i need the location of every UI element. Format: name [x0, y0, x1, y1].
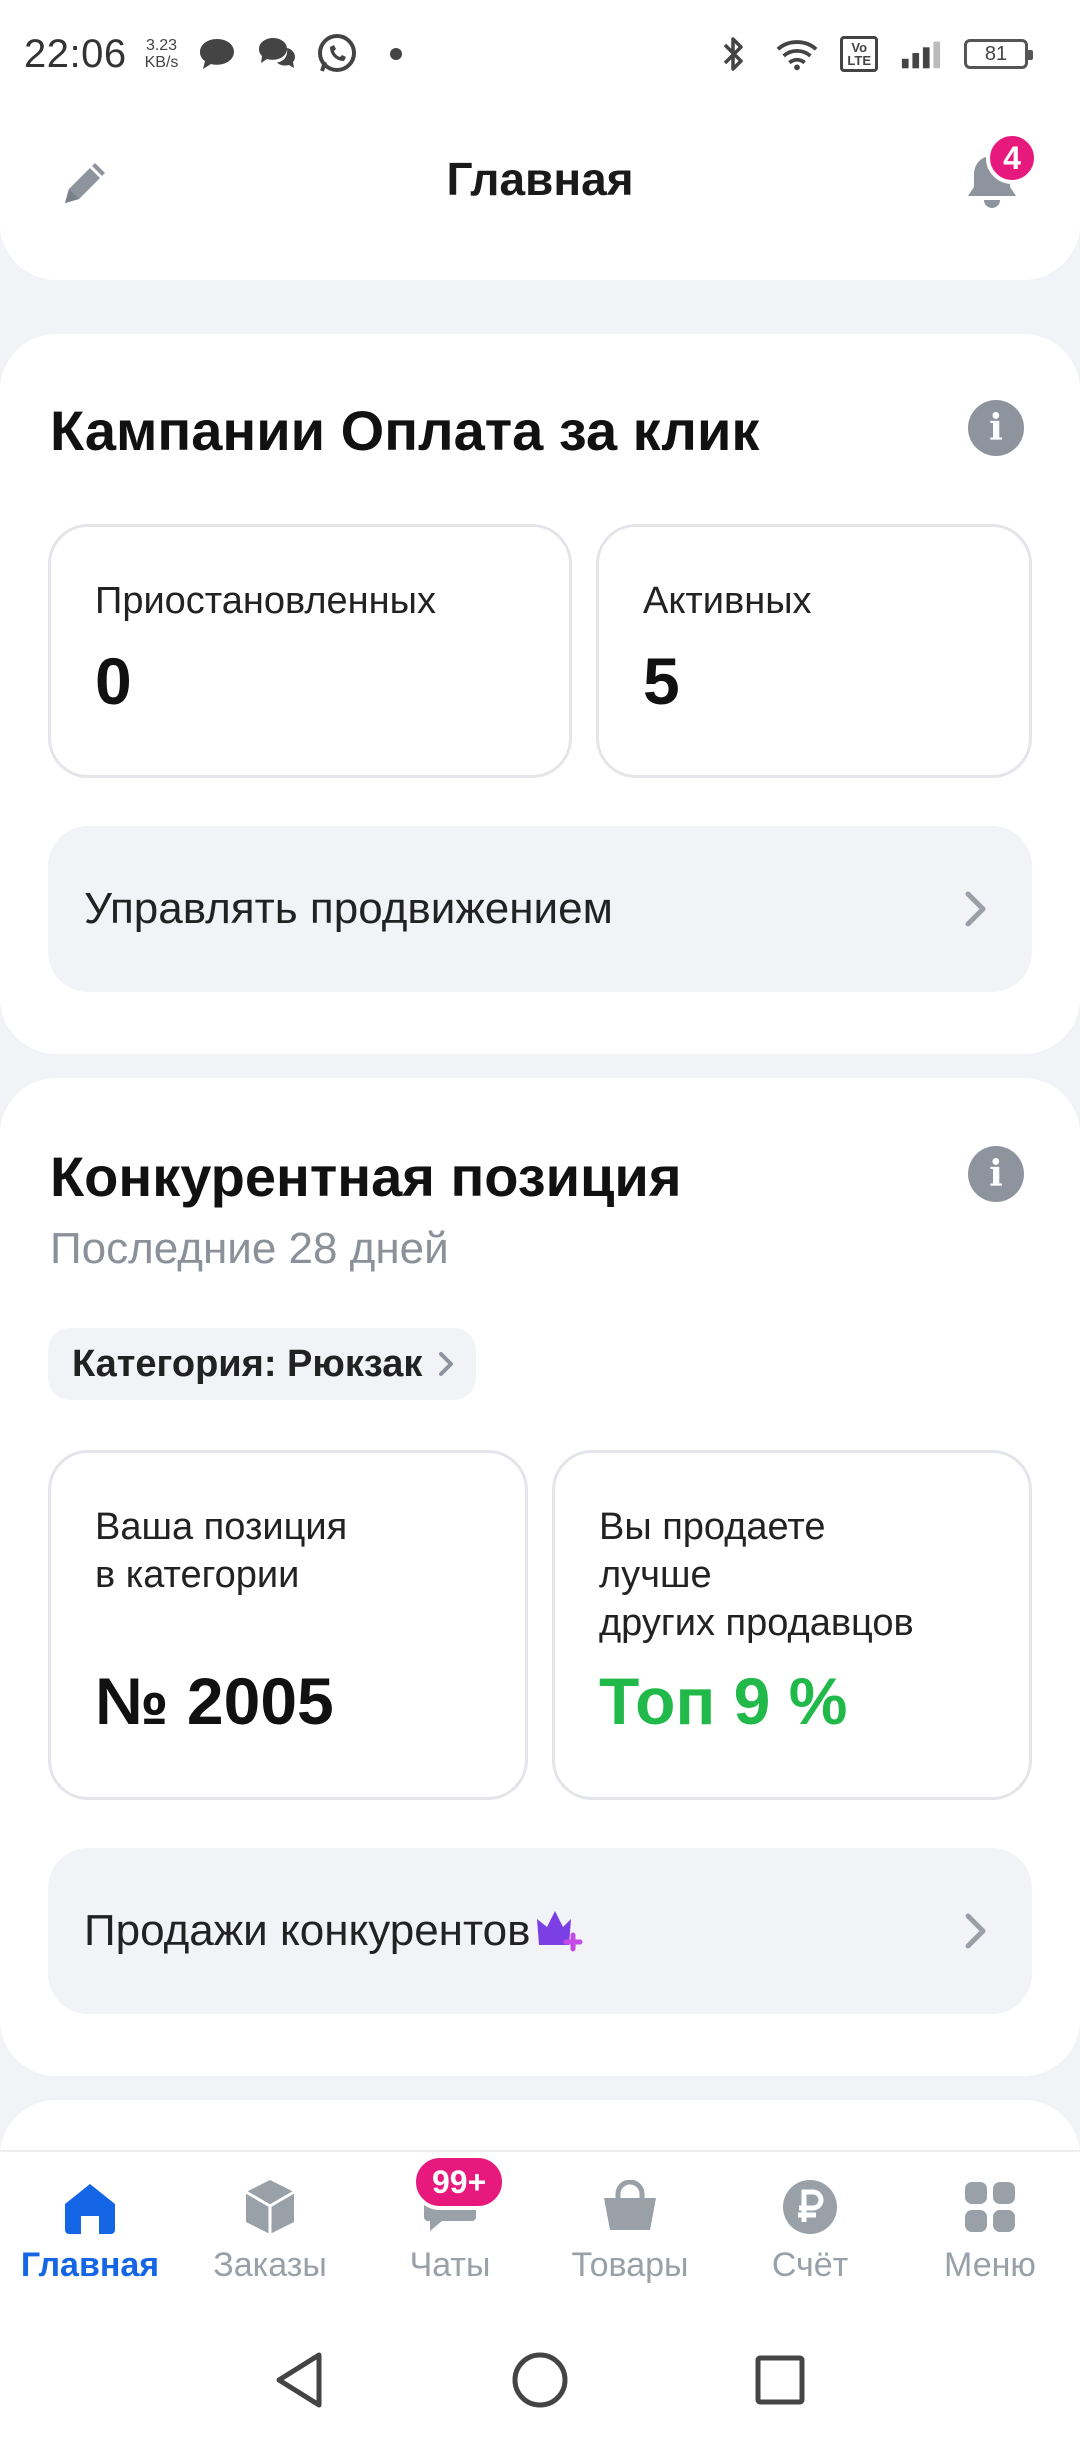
- chevron-right-icon: [956, 889, 996, 929]
- info-icon[interactable]: i: [968, 1146, 1024, 1202]
- network-speed: 3.23 KB/s: [144, 37, 179, 71]
- nav-item-home[interactable]: Главная: [0, 2152, 180, 2300]
- competitive-position-title: Конкурентная позиция: [50, 1145, 682, 1208]
- home-icon: [59, 2176, 121, 2238]
- manage-promotion-button[interactable]: Управлять продвижением: [48, 826, 1032, 992]
- system-navigation-bar: [0, 2300, 1080, 2460]
- paused-campaigns-box[interactable]: Приостановленных 0: [48, 524, 572, 778]
- ppc-campaigns-card: Кампании Оплата за клик i Приостановленн…: [0, 334, 1080, 1054]
- active-campaigns-box[interactable]: Активных 5: [596, 524, 1032, 778]
- nav-item-menu[interactable]: Меню: [900, 2152, 1080, 2300]
- premium-crown-icon: [536, 1911, 582, 1952]
- volte-indicator: Vo LTE: [840, 36, 878, 72]
- signal-icon: [900, 33, 942, 75]
- basket-icon: [599, 2176, 661, 2238]
- chevron-right-icon: [439, 1352, 454, 1376]
- battery-indicator: 81: [964, 39, 1033, 69]
- more-notifications-dot: [390, 48, 403, 60]
- paused-value: 0: [95, 644, 132, 718]
- nav-item-account[interactable]: Счёт: [720, 2152, 900, 2300]
- page-title: Главная: [446, 153, 634, 205]
- chat-bubbles-icon: [256, 33, 298, 75]
- nav-label-chats: Чаты: [409, 2246, 491, 2284]
- nav-label-orders: Заказы: [213, 2246, 327, 2284]
- chevron-right-icon: [956, 1911, 996, 1951]
- top-percent-value: Топ 9 %: [599, 1664, 848, 1738]
- status-bar: 22:06 3.23 KB/s Vo LTE 81: [0, 0, 1080, 108]
- active-label: Активных: [643, 580, 812, 622]
- grid-icon: [959, 2176, 1021, 2238]
- period-subtitle: Последние 28 дней: [50, 1224, 449, 1273]
- bottom-navigation: Главная Заказы 99+ Чаты Товары Счёт Меню: [0, 2150, 1080, 2300]
- back-triangle-icon: [276, 2352, 322, 2408]
- sell-better-box: Вы продаете лучше других продавцов Топ 9…: [552, 1450, 1032, 1800]
- category-position-box: Ваша позиция в категории № 2005: [48, 1450, 528, 1800]
- back-button[interactable]: [260, 2340, 340, 2420]
- home-button[interactable]: [500, 2340, 580, 2420]
- position-label: Ваша позиция в категории: [95, 1506, 348, 1596]
- info-icon[interactable]: i: [968, 400, 1024, 456]
- competitor-sales-button[interactable]: Продажи конкурентов: [48, 1848, 1032, 2014]
- nav-label-products: Товары: [571, 2246, 689, 2284]
- home-circle-icon: [512, 2352, 568, 2408]
- app-header: Главная 4: [0, 108, 1080, 280]
- bluetooth-icon: [712, 33, 754, 75]
- nav-item-chats[interactable]: 99+ Чаты: [360, 2152, 540, 2300]
- whatsapp-icon: [316, 33, 358, 75]
- ppc-campaigns-title: Кампании Оплата за клик: [50, 399, 760, 462]
- nav-label-home: Главная: [20, 2246, 160, 2284]
- chats-badge: 99+: [412, 2154, 507, 2210]
- clock: 22:06: [24, 31, 127, 76]
- ruble-icon: [779, 2176, 841, 2238]
- position-value: № 2005: [95, 1664, 334, 1738]
- sell-better-label: Вы продаете лучше других продавцов: [599, 1506, 914, 1644]
- category-chip[interactable]: Категория: Рюкзак: [48, 1328, 477, 1400]
- paused-label: Приостановленных: [95, 580, 436, 622]
- box-icon: [239, 2176, 301, 2238]
- competitive-position-card: Конкурентная позиция i Последние 28 дней…: [0, 1078, 1080, 2076]
- recents-button[interactable]: [740, 2340, 820, 2420]
- manage-promotion-label: Управлять продвижением: [84, 884, 613, 933]
- wifi-icon: [776, 33, 818, 75]
- category-chip-label: Категория: Рюкзак: [72, 1342, 423, 1385]
- notifications-badge: 4: [986, 132, 1038, 184]
- active-value: 5: [643, 644, 680, 718]
- message-icon: [196, 33, 238, 75]
- recents-square-icon: [755, 2355, 805, 2405]
- nav-label-account: Счёт: [771, 2246, 849, 2284]
- notifications-button[interactable]: 4: [954, 132, 1038, 220]
- nav-label-menu: Меню: [944, 2246, 1036, 2284]
- competitor-sales-label: Продажи конкурентов: [84, 1906, 531, 1955]
- nav-item-products[interactable]: Товары: [540, 2152, 720, 2300]
- nav-item-orders[interactable]: Заказы: [180, 2152, 360, 2300]
